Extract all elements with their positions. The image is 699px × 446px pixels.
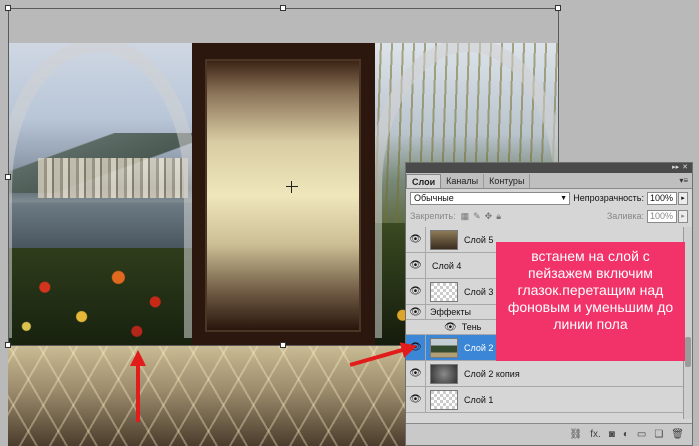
blend-mode-value: Обычные (414, 192, 454, 203)
chevron-down-icon: ▼ (560, 194, 567, 202)
fill-input[interactable]: 100% (647, 209, 677, 223)
layer-row[interactable]: 👁︎ Слой 2 копия (406, 361, 692, 387)
fill-label: Заливка: (606, 211, 644, 221)
layer-name: Слой 3 (464, 286, 494, 297)
fx-menu-icon[interactable]: fx. (590, 429, 601, 440)
lock-icons: ▦ ✎ ✥ 🔒︎ (461, 211, 501, 222)
layer-mask-icon[interactable]: ◙ (609, 429, 615, 440)
fill-slider-button[interactable]: ▸ (678, 209, 688, 223)
arrow-shaft (136, 364, 140, 422)
layers-bottom-toolbar: ⛓︎ fx. ◙ ◐ ▭ ❏ 🗑︎ (406, 423, 692, 445)
layer-name: Слой 4 (432, 260, 462, 271)
opacity-input[interactable]: 100% (647, 191, 677, 205)
lock-row: Закрепить: ▦ ✎ ✥ 🔒︎ Заливка: 100% ▸ (406, 207, 692, 225)
layer-name: Слой 1 (464, 394, 494, 405)
eye-icon[interactable]: 👁︎ (406, 305, 426, 319)
photoshop-workspace: ▸▸ ✕ Слои Каналы Контуры ▾≡ Обычные ▼ Не… (0, 0, 699, 446)
new-layer-icon[interactable]: ❏ (654, 429, 663, 440)
layer-thumbnail (430, 389, 458, 410)
lock-image-icon[interactable]: ✎ (473, 211, 481, 222)
eye-icon[interactable]: 👁︎ (406, 227, 426, 252)
effect-name: Тень (461, 322, 482, 332)
layer-name: Слой 2 копия (464, 368, 520, 379)
transform-handle[interactable] (5, 342, 11, 348)
eye-icon[interactable]: 👁︎ (444, 322, 457, 333)
layer-thumbnail (430, 229, 458, 250)
lock-label: Закрепить: (410, 211, 456, 221)
lock-all-icon[interactable]: 🔒︎ (496, 211, 501, 222)
transform-handle[interactable] (5, 5, 11, 11)
transform-handle[interactable] (280, 5, 286, 11)
tab-layers[interactable]: Слои (406, 174, 442, 188)
panel-tabs: Слои Каналы Контуры ▾≡ (406, 173, 692, 189)
tab-paths[interactable]: Контуры (484, 174, 531, 188)
transform-handle[interactable] (555, 5, 561, 11)
transform-center-icon[interactable] (286, 181, 298, 193)
effects-label: Эффекты (430, 307, 471, 317)
opacity-label: Непрозрачность: (573, 193, 644, 203)
transform-handle[interactable] (5, 174, 11, 180)
panel-titlebar: ▸▸ ✕ (406, 163, 692, 173)
trash-icon[interactable]: 🗑︎ (671, 429, 684, 440)
new-group-icon[interactable]: ▭ (637, 429, 646, 440)
blend-row: Обычные ▼ Непрозрачность: 100% ▸ (406, 189, 692, 207)
workspace-top (0, 0, 699, 8)
eye-icon[interactable]: 👁︎ (406, 253, 426, 278)
layer-thumbnail (430, 281, 458, 302)
opacity-slider-button[interactable]: ▸ (678, 191, 688, 205)
eye-icon[interactable]: 👁︎ (406, 279, 426, 304)
layer-thumbnail (430, 363, 458, 384)
lock-transparent-icon[interactable]: ▦ (461, 211, 470, 222)
annotation-bubble: встанем на слой с пейзажем включим глазо… (496, 242, 685, 361)
layer-thumbnail (430, 337, 458, 358)
layer-name: Слой 2 (464, 342, 494, 353)
link-layers-icon[interactable]: ⛓︎ (570, 429, 583, 440)
layer-name: Слой 5 (464, 234, 494, 245)
scrollbar-thumb[interactable] (685, 337, 691, 367)
close-icon[interactable]: ✕ (682, 164, 688, 172)
layer-row[interactable]: 👁︎ Слой 1 (406, 387, 692, 413)
lock-position-icon[interactable]: ✥ (485, 211, 493, 222)
eye-icon[interactable]: 👁︎ (406, 387, 426, 412)
blend-mode-select[interactable]: Обычные ▼ (410, 191, 570, 205)
collapse-icon[interactable]: ▸▸ (672, 164, 679, 172)
transform-handle[interactable] (280, 342, 286, 348)
eye-icon[interactable]: 👁︎ (406, 361, 426, 386)
adjustment-layer-icon[interactable]: ◐ (623, 429, 629, 440)
tab-channels[interactable]: Каналы (441, 174, 485, 188)
red-arrow-up-icon (130, 350, 146, 422)
panel-menu-icon[interactable]: ▾≡ (679, 176, 688, 185)
